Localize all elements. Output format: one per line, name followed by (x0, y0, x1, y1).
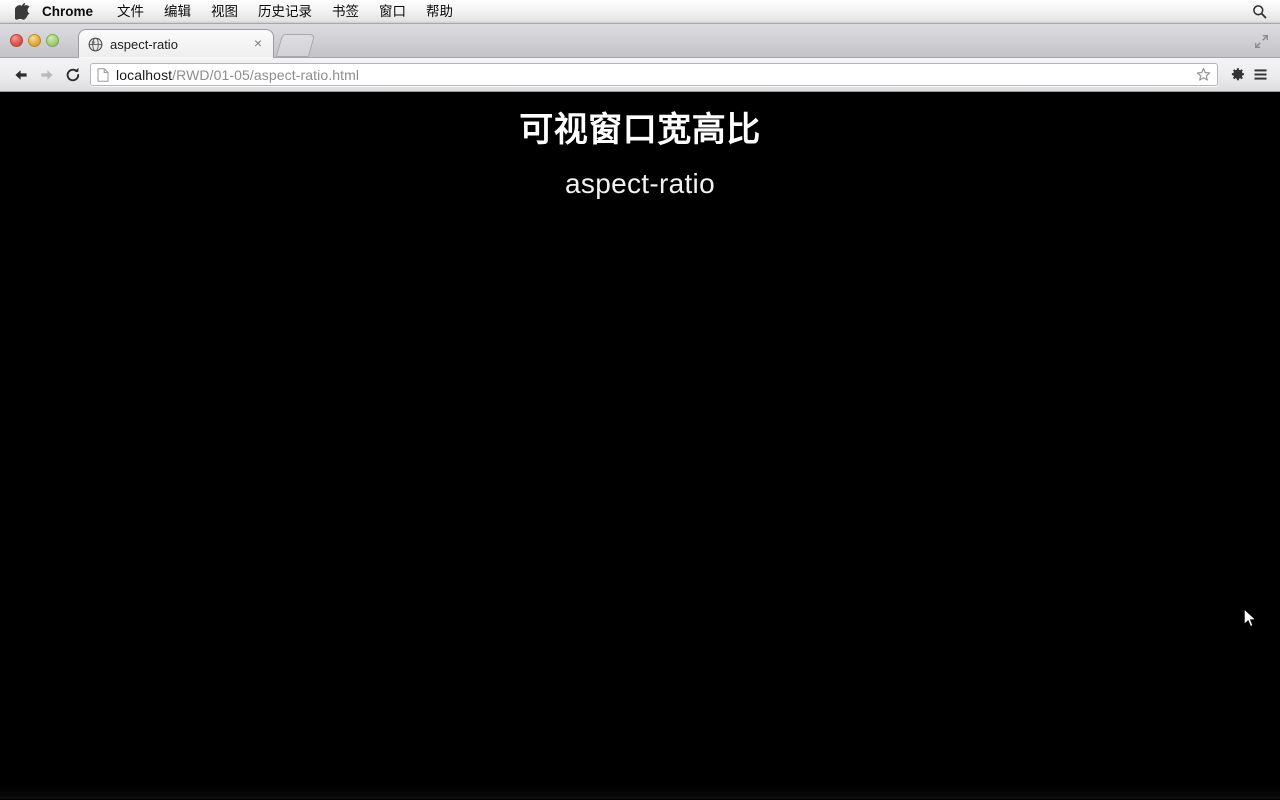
address-bar[interactable]: localhost/RWD/01-05/aspect-ratio.html (90, 63, 1218, 86)
close-icon[interactable]: × (251, 36, 265, 51)
mouse-cursor (1243, 607, 1259, 630)
page-viewport: 可视窗口宽高比 aspect-ratio (0, 92, 1280, 799)
browser-toolbar: localhost/RWD/01-05/aspect-ratio.html (0, 58, 1280, 92)
minimize-window-button[interactable] (28, 34, 41, 47)
reload-icon[interactable] (60, 62, 86, 88)
gear-icon[interactable] (1224, 62, 1248, 88)
menu-item-view[interactable]: 视图 (201, 0, 248, 24)
menu-bar-status-area (1248, 1, 1280, 23)
menu-item-bookmarks[interactable]: 书签 (322, 0, 369, 24)
menu-item-file[interactable]: 文件 (107, 0, 154, 24)
page-document-icon (96, 67, 110, 82)
apple-logo-icon[interactable] (8, 2, 36, 21)
forward-arrow-icon[interactable] (34, 62, 60, 88)
macos-menu-bar: Chrome 文件 编辑 视图 历史记录 书签 窗口 帮助 (0, 0, 1280, 24)
menu-item-history[interactable]: 历史记录 (248, 0, 322, 24)
search-icon[interactable] (1248, 1, 1270, 23)
menu-item-chrome[interactable]: Chrome (38, 0, 107, 24)
zoom-window-button[interactable] (46, 34, 59, 47)
chrome-browser-window: aspect-ratio × localhost/RWD/01-05/aspec… (0, 24, 1280, 800)
address-bar-text[interactable]: localhost/RWD/01-05/aspect-ratio.html (116, 67, 1190, 83)
fullscreen-icon[interactable] (1252, 32, 1270, 50)
menu-item-help[interactable]: 帮助 (416, 0, 463, 24)
window-traffic-lights (10, 34, 59, 47)
globe-icon (87, 36, 103, 52)
back-arrow-icon[interactable] (8, 62, 34, 88)
menu-item-window[interactable]: 窗口 (369, 0, 416, 24)
hamburger-menu-icon[interactable] (1248, 62, 1272, 88)
new-tab-button[interactable] (275, 34, 316, 57)
menu-item-edit[interactable]: 编辑 (154, 0, 201, 24)
tab-title: aspect-ratio (110, 36, 178, 52)
url-host: localhost (116, 66, 173, 83)
page-subtitle: aspect-ratio (565, 167, 715, 199)
tab-strip: aspect-ratio × (0, 24, 1280, 58)
page-title: 可视窗口宽高比 (519, 110, 761, 150)
url-path: /RWD/01-05/aspect-ratio.html (172, 66, 360, 83)
star-icon[interactable] (1194, 66, 1212, 84)
macos-dock-edge (0, 785, 1280, 799)
close-window-button[interactable] (10, 34, 23, 47)
browser-tab-aspect-ratio[interactable]: aspect-ratio × (78, 29, 274, 58)
